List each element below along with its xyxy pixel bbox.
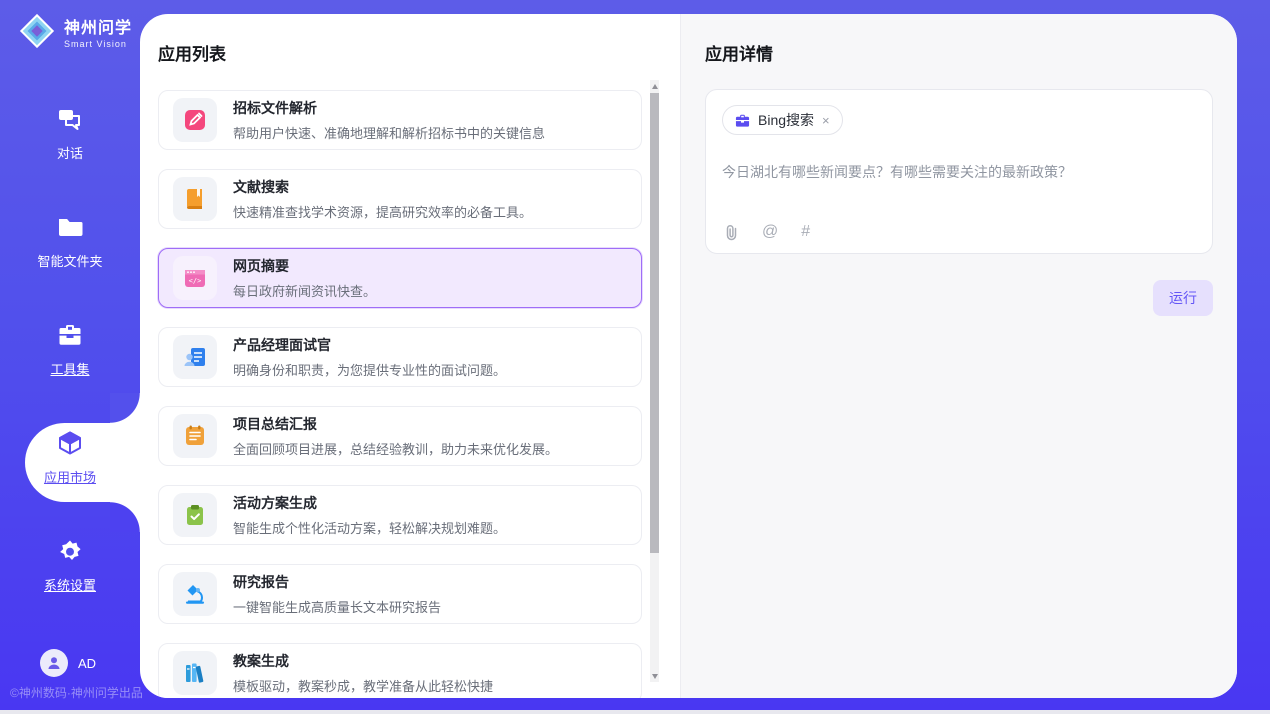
briefcase-icon <box>735 113 750 128</box>
sidebar: 神州问学 Smart Vision 对话 智能文件夹 <box>0 0 140 710</box>
app-card-desc: 智能生成个性化活动方案，轻松解决规划难题。 <box>233 518 506 537</box>
app-card-title: 教案生成 <box>233 651 493 671</box>
scroll-down-arrow-icon[interactable] <box>650 670 659 682</box>
user-row[interactable]: AD <box>40 649 96 677</box>
note-icon <box>173 414 217 458</box>
app-card-title: 活动方案生成 <box>233 493 506 513</box>
app-card-title: 产品经理面试官 <box>233 335 506 355</box>
app-card-desc: 一键智能生成高质量长文本研究报告 <box>233 597 441 616</box>
app-card-title: 文献搜索 <box>233 177 532 197</box>
scroll-up-arrow-icon[interactable] <box>650 80 659 92</box>
books-icon <box>173 651 217 695</box>
app-card-title: 网页摘要 <box>233 256 376 276</box>
app-card-desc: 全面回顾项目进展，总结经验教训，助力未来优化发展。 <box>233 439 558 458</box>
app-card-activity-plan[interactable]: 活动方案生成 智能生成个性化活动方案，轻松解决规划难题。 <box>158 485 642 545</box>
app-card-literature-search[interactable]: 文献搜索 快速精准查找学术资源，提高研究效率的必备工具。 <box>158 169 642 229</box>
attach-toolbar: @ # <box>724 223 810 241</box>
app-card-research-report[interactable]: 研究报告 一键智能生成高质量长文本研究报告 <box>158 564 642 624</box>
sidebar-item-label: 智能文件夹 <box>0 251 140 270</box>
main-content: 应用列表 招标文件解析 帮助用户快速、准确地理解和解析招标书中的关键信息 <box>140 14 1237 698</box>
copyright-footer: ©神州数码·神州问学出品 <box>10 684 143 701</box>
app-card-webpage-summary[interactable]: </> 网页摘要 每日政府新闻资讯快查。 <box>158 248 642 308</box>
tool-tag-close-icon[interactable]: × <box>822 114 830 127</box>
tool-tag-bing-search[interactable]: Bing搜索 × <box>722 105 843 135</box>
brand-name: 神州问学 <box>64 14 132 38</box>
sidebar-item-smart-folder[interactable]: 智能文件夹 <box>0 214 140 270</box>
brand-logo-icon <box>18 12 56 50</box>
sidebar-item-label: 系统设置 <box>0 575 140 594</box>
svg-text:</>: </> <box>189 277 202 285</box>
app-card-desc: 明确身份和职责，为您提供专业性的面试问题。 <box>233 360 506 379</box>
app-card-desc: 模板驱动，教案秒成，教学准备从此轻松快捷 <box>233 676 493 695</box>
app-card-desc: 快速精准查找学术资源，提高研究效率的必备工具。 <box>233 202 532 221</box>
app-card-project-summary[interactable]: 项目总结汇报 全面回顾项目进展，总结经验教训，助力未来优化发展。 <box>158 406 642 466</box>
sidebar-item-app-market[interactable]: 应用市场 <box>0 430 140 486</box>
app-card-title: 项目总结汇报 <box>233 414 558 434</box>
clipboard-check-icon <box>173 493 217 537</box>
app-card-pm-interviewer[interactable]: 产品经理面试官 明确身份和职责，为您提供专业性的面试问题。 <box>158 327 642 387</box>
mention-icon[interactable]: @ <box>762 223 778 241</box>
sidebar-item-chat[interactable]: 对话 <box>0 106 140 162</box>
person-icon <box>46 655 62 671</box>
folder-icon <box>57 214 83 240</box>
tender-edit-icon <box>173 98 217 142</box>
list-scrollbar[interactable] <box>650 80 659 682</box>
microscope-icon <box>173 572 217 616</box>
sidebar-item-label: 应用市场 <box>0 467 140 486</box>
tool-tag-label: Bing搜索 <box>758 110 814 130</box>
app-card-tender-parse[interactable]: 招标文件解析 帮助用户快速、准确地理解和解析招标书中的关键信息 <box>158 90 642 150</box>
app-card-desc: 每日政府新闻资讯快查。 <box>233 281 376 300</box>
sidebar-item-label: 对话 <box>0 143 140 162</box>
bubble-curve-top <box>110 393 140 423</box>
webpage-code-icon: </> <box>173 256 217 300</box>
sidebar-item-settings[interactable]: 系统设置 <box>0 538 140 594</box>
scrollbar-thumb[interactable] <box>650 93 659 553</box>
sidebar-item-label: 工具集 <box>0 359 140 378</box>
brand: 神州问学 Smart Vision <box>18 12 132 50</box>
app-list-panel: 应用列表 招标文件解析 帮助用户快速、准确地理解和解析招标书中的关键信息 <box>140 14 680 698</box>
prompt-text[interactable]: 今日湖北有哪些新闻要点？有哪些需要关注的最新政策？ <box>722 162 1196 182</box>
hash-icon[interactable]: # <box>801 223 810 241</box>
run-row: 运行 <box>705 280 1213 316</box>
app-list-title: 应用列表 <box>158 40 642 65</box>
chat-icon <box>57 106 83 132</box>
app-cards: 招标文件解析 帮助用户快速、准确地理解和解析招标书中的关键信息 文献搜索 快速精… <box>158 90 642 698</box>
toolbox-icon <box>57 322 83 348</box>
app-card-lesson-plan[interactable]: 教案生成 模板驱动，教案秒成，教学准备从此轻松快捷 <box>158 643 642 698</box>
avatar <box>40 649 68 677</box>
book-icon <box>173 177 217 221</box>
app-card-title: 研究报告 <box>233 572 441 592</box>
sidebar-item-toolset[interactable]: 工具集 <box>0 322 140 378</box>
brand-subtitle: Smart Vision <box>64 39 132 49</box>
app-card-desc: 帮助用户快速、准确地理解和解析招标书中的关键信息 <box>233 123 545 142</box>
bubble-curve-bottom <box>110 502 140 532</box>
app-frame: 神州问学 Smart Vision 对话 智能文件夹 <box>0 0 1270 710</box>
user-initials: AD <box>78 656 96 671</box>
paperclip-icon[interactable] <box>724 224 739 241</box>
app-detail-panel: 应用详情 Bing搜索 × 今日湖北有哪些新闻要点？有哪些需要关注的最新政策？ <box>680 14 1237 698</box>
run-button[interactable]: 运行 <box>1153 280 1213 316</box>
gear-icon <box>57 538 83 564</box>
cube-icon <box>57 430 83 456</box>
interviewer-icon <box>173 335 217 379</box>
app-card-title: 招标文件解析 <box>233 98 545 118</box>
app-detail-title: 应用详情 <box>705 40 1213 65</box>
prompt-card[interactable]: Bing搜索 × 今日湖北有哪些新闻要点？有哪些需要关注的最新政策？ @ # <box>705 89 1213 254</box>
brand-text: 神州问学 Smart Vision <box>64 14 132 49</box>
